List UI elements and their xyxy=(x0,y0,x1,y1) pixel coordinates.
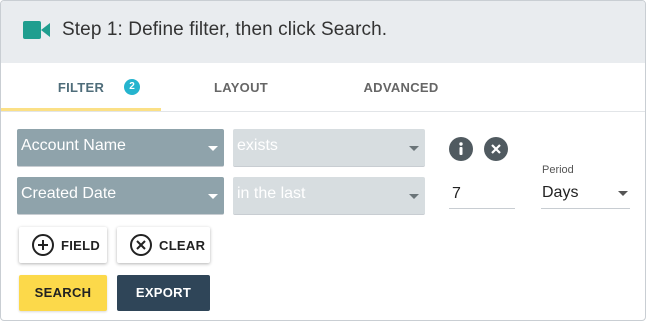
header-bar: Step 1: Define filter, then click Search… xyxy=(1,1,645,63)
period-value: Days xyxy=(542,184,579,201)
chevron-down-icon xyxy=(409,146,419,151)
clear-button[interactable]: CLEAR xyxy=(117,227,210,263)
chevron-down-icon xyxy=(208,146,218,151)
filter-count-badge: 2 xyxy=(124,79,140,95)
filter-operator-select-2[interactable]: in the last xyxy=(233,177,425,215)
chevron-down-icon xyxy=(618,191,628,196)
period-select[interactable]: Days xyxy=(541,178,630,209)
filter-field-select-1[interactable]: Account Name xyxy=(17,129,224,167)
tab-bar: FILTER 2 LAYOUT ADVANCED xyxy=(1,63,645,112)
clear-label: CLEAR xyxy=(159,238,206,253)
tab-advanced[interactable]: ADVANCED xyxy=(321,63,481,111)
chevron-down-icon xyxy=(208,194,218,199)
chevron-down-icon xyxy=(409,194,419,199)
tab-advanced-label: ADVANCED xyxy=(363,80,439,95)
video-camera-icon xyxy=(23,21,50,39)
filter-operator-select-1[interactable]: exists xyxy=(233,129,425,167)
filter-field-select-2[interactable]: Created Date xyxy=(17,177,224,215)
filter-operator-value-1: exists xyxy=(237,137,278,154)
filter-panel: Step 1: Define filter, then click Search… xyxy=(0,0,646,321)
filter-operator-value-2: in the last xyxy=(237,185,306,202)
info-icon[interactable] xyxy=(449,137,473,161)
page-title: Step 1: Define filter, then click Search… xyxy=(62,19,388,40)
add-circle-icon xyxy=(32,234,54,256)
add-field-label: FIELD xyxy=(61,238,101,253)
tab-layout[interactable]: LAYOUT xyxy=(161,63,321,111)
clear-circle-icon xyxy=(130,234,152,256)
tab-layout-label: LAYOUT xyxy=(213,80,269,95)
active-tab-indicator xyxy=(1,108,161,111)
tab-filter-label: FILTER xyxy=(57,80,105,95)
filter-field-value-2: Created Date xyxy=(21,185,117,202)
filter-field-value-1: Account Name xyxy=(21,137,126,154)
filter-value-input[interactable]: 7 xyxy=(449,178,515,209)
search-button[interactable]: SEARCH xyxy=(19,275,107,311)
export-button[interactable]: EXPORT xyxy=(117,275,210,311)
remove-filter-icon[interactable] xyxy=(484,137,508,161)
period-label: Period xyxy=(542,164,574,176)
add-field-button[interactable]: FIELD xyxy=(19,227,107,263)
